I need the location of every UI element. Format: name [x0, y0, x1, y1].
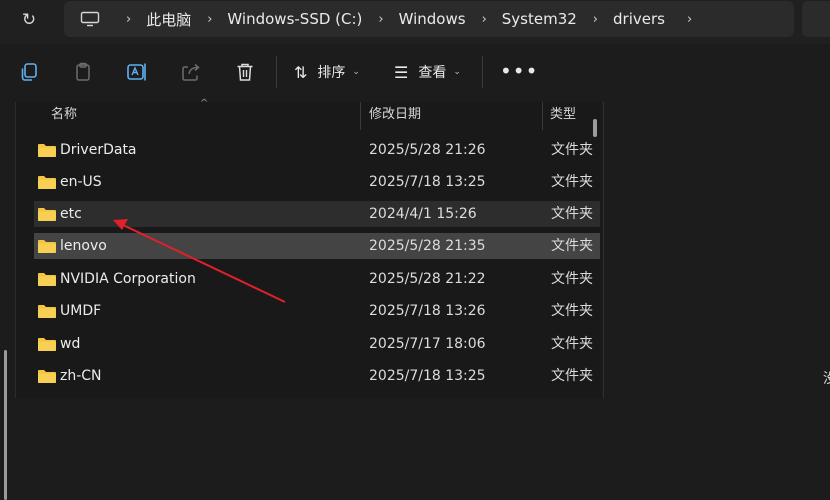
file-type: 文件夹: [551, 303, 593, 319]
details-text: 没: [823, 364, 830, 394]
file-date: 2024/4/1 15:26: [369, 206, 477, 222]
file-name: wd: [60, 336, 81, 352]
rename-icon[interactable]: [126, 61, 148, 83]
details-pane: 没: [603, 102, 830, 398]
file-date: 2025/7/17 18:06: [369, 336, 486, 352]
breadcrumb-this-pc[interactable]: 此电脑: [146, 9, 191, 30]
breadcrumb-chevron-icon[interactable]: ›: [671, 12, 707, 27]
view-label: 查看: [418, 65, 447, 81]
breadcrumb-chevron-icon[interactable]: ›: [577, 12, 613, 27]
folder-icon: [38, 338, 56, 351]
sort-button[interactable]: ⇅ 排序 ⌄: [294, 61, 360, 83]
file-type: 文件夹: [551, 174, 593, 190]
breadcrumb-windows-ssd[interactable]: Windows-SSD (C:): [227, 10, 362, 28]
file-type: 文件夹: [551, 206, 593, 222]
list-item[interactable]: NVIDIA Corporation 2025/5/28 21:22 文件夹: [34, 266, 600, 292]
folder-icon: [38, 370, 56, 383]
file-type: 文件夹: [551, 336, 593, 352]
file-type: 文件夹: [551, 238, 593, 254]
navigation-scrollbar[interactable]: [4, 350, 7, 500]
command-bar: ⇅ 排序 ⌄ ☰ 查看 ⌄ •••: [0, 44, 830, 103]
chevron-down-icon: ⌄: [453, 67, 461, 77]
view-lines-icon: ☰: [394, 62, 409, 82]
column-header-date[interactable]: 修改日期: [369, 102, 421, 130]
file-name: lenovo: [60, 238, 107, 254]
file-name: en-US: [60, 174, 102, 190]
file-type: 文件夹: [551, 142, 593, 158]
list-item[interactable]: zh-CN 2025/7/18 13:25 文件夹: [34, 363, 600, 389]
file-list: 名称 ^ 修改日期 类型 DriverData 2025/5/28 21:26 …: [16, 98, 602, 398]
list-item[interactable]: etc 2024/4/1 15:26 文件夹: [34, 201, 600, 227]
file-date: 2025/7/18 13:26: [369, 303, 486, 319]
column-divider[interactable]: [542, 102, 543, 130]
delete-icon[interactable]: [234, 61, 256, 83]
list-item[interactable]: en-US 2025/7/18 13:25 文件夹: [34, 169, 600, 195]
file-date: 2025/7/18 13:25: [369, 368, 486, 384]
this-pc-icon[interactable]: [80, 11, 100, 27]
chevron-down-icon: ⌄: [352, 67, 360, 77]
folder-icon: [38, 208, 56, 221]
address-row: ↻ › 此电脑 › Windows-SSD (C:) › Windows › S…: [0, 0, 830, 44]
folder-icon: [38, 176, 56, 189]
sort-icon: ⇅: [294, 62, 308, 82]
breadcrumb-windows[interactable]: Windows: [399, 10, 466, 28]
navigation-pane[interactable]: [0, 102, 16, 500]
file-name: zh-CN: [60, 368, 102, 384]
breadcrumb-drivers[interactable]: drivers: [613, 10, 665, 28]
file-list-scrollbar[interactable]: [593, 119, 597, 137]
folder-icon: [38, 305, 56, 318]
folder-icon: [38, 240, 56, 253]
breadcrumb-chevron-icon[interactable]: ›: [191, 12, 227, 27]
paste-icon[interactable]: [72, 61, 94, 83]
file-name: UMDF: [60, 303, 102, 319]
list-item[interactable]: UMDF 2025/7/18 13:26 文件夹: [34, 298, 600, 324]
column-header-type[interactable]: 类型: [550, 102, 576, 130]
toolbar-divider: [482, 56, 483, 88]
file-date: 2025/7/18 13:25: [369, 174, 486, 190]
folder-icon: [38, 144, 56, 157]
sort-ascending-icon: ^: [200, 98, 209, 109]
view-button[interactable]: ☰ 查看 ⌄: [394, 61, 461, 83]
breadcrumb-chevron-icon[interactable]: ›: [110, 12, 146, 27]
list-item[interactable]: wd 2025/7/17 18:06 文件夹: [34, 331, 600, 357]
toolbar-divider: [276, 56, 277, 88]
column-header-name[interactable]: 名称: [51, 102, 77, 130]
column-header-row: 名称 ^ 修改日期 类型: [16, 98, 602, 130]
refresh-icon[interactable]: ↻: [16, 9, 42, 31]
file-type: 文件夹: [551, 271, 593, 287]
copy-icon[interactable]: [18, 61, 40, 83]
column-divider[interactable]: [360, 102, 361, 130]
address-bar[interactable]: › 此电脑 › Windows-SSD (C:) › Windows › Sys…: [64, 1, 794, 37]
file-name: DriverData: [60, 142, 137, 158]
file-date: 2025/5/28 21:22: [369, 271, 486, 287]
folder-icon: [38, 273, 56, 286]
breadcrumb-chevron-icon[interactable]: ›: [466, 12, 502, 27]
file-name: etc: [60, 206, 82, 222]
file-date: 2025/5/28 21:26: [369, 142, 486, 158]
file-date: 2025/5/28 21:35: [369, 238, 486, 254]
sort-label: 排序: [317, 65, 346, 81]
list-item[interactable]: DriverData 2025/5/28 21:26 文件夹: [34, 137, 600, 163]
breadcrumb-system32[interactable]: System32: [502, 10, 577, 28]
breadcrumb: › 此电脑 › Windows-SSD (C:) › Windows › Sys…: [64, 1, 707, 37]
search-input[interactable]: [802, 1, 830, 37]
file-name: NVIDIA Corporation: [60, 271, 196, 287]
share-icon[interactable]: [180, 61, 202, 83]
file-type: 文件夹: [551, 368, 593, 384]
more-options-button[interactable]: •••: [500, 59, 538, 83]
breadcrumb-chevron-icon[interactable]: ›: [362, 12, 398, 27]
list-item-selected[interactable]: lenovo 2025/5/28 21:35 文件夹: [34, 233, 600, 259]
